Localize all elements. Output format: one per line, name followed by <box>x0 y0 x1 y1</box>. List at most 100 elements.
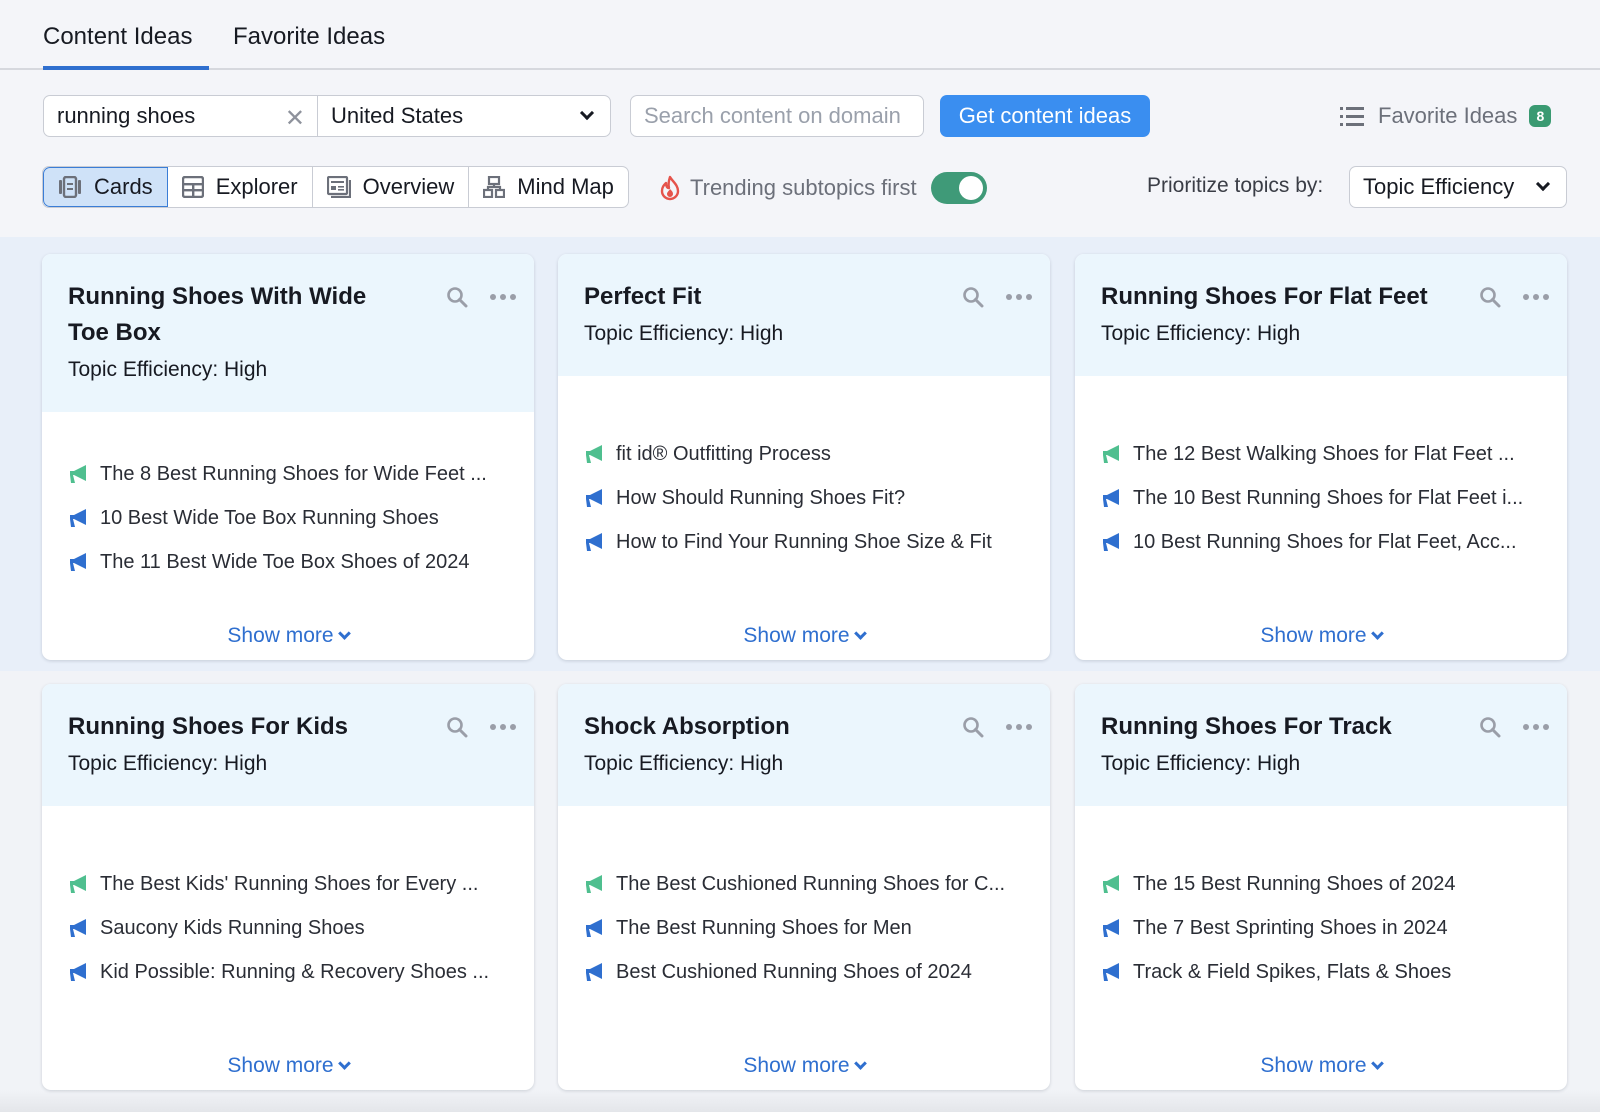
search-icon[interactable] <box>446 286 468 308</box>
card-actions <box>446 286 516 308</box>
more-options-icon[interactable] <box>1006 294 1032 300</box>
idea-item[interactable]: fit id® Outfitting Process <box>584 432 1024 476</box>
keyword-value: running shoes <box>57 103 195 129</box>
view-overview-button[interactable]: Overview <box>313 167 470 207</box>
idea-title: The Best Cushioned Running Shoes for C..… <box>616 873 1005 896</box>
country-select[interactable]: United States <box>318 96 610 136</box>
idea-item[interactable]: The 10 Best Running Shoes for Flat Feet … <box>1101 476 1541 520</box>
idea-title: Best Cushioned Running Shoes of 2024 <box>616 961 972 984</box>
card-title[interactable]: Running Shoes For Track <box>1101 709 1431 745</box>
more-options-icon[interactable] <box>1006 724 1032 730</box>
show-more-button[interactable]: Show more <box>1075 1054 1567 1078</box>
card-header: Running Shoes For Flat Feet Topic Effici… <box>1075 254 1567 376</box>
search-icon[interactable] <box>446 716 468 738</box>
view-explorer-button[interactable]: Explorer <box>168 167 313 207</box>
trending-toggle[interactable] <box>931 172 987 204</box>
search-icon[interactable] <box>962 716 984 738</box>
idea-title: The 11 Best Wide Toe Box Shoes of 2024 <box>100 551 470 574</box>
show-more-button[interactable]: Show more <box>558 1054 1050 1078</box>
prioritize-value: Topic Efficiency <box>1363 174 1514 200</box>
chevron-down-icon <box>338 627 351 640</box>
idea-title: How to Find Your Running Shoe Size & Fit <box>616 531 992 554</box>
domain-search-input[interactable]: Search content on domain <box>630 95 924 137</box>
tab-favorite-ideas[interactable]: Favorite Ideas <box>233 20 385 68</box>
idea-item[interactable]: 10 Best Running Shoes for Flat Feet, Acc… <box>1101 520 1541 564</box>
topic-card: Running Shoes With Wide Toe Box Topic Ef… <box>42 254 534 660</box>
search-icon[interactable] <box>962 286 984 308</box>
megaphone-icon <box>584 917 604 939</box>
favorite-ideas-link[interactable]: Favorite Ideas 8 <box>1340 98 1551 134</box>
card-title[interactable]: Running Shoes For Flat Feet <box>1101 279 1431 315</box>
table-icon <box>182 176 204 198</box>
megaphone-icon <box>68 961 88 983</box>
idea-item[interactable]: The 12 Best Walking Shoes for Flat Feet … <box>1101 432 1541 476</box>
idea-item[interactable]: The Best Running Shoes for Men <box>584 906 1024 950</box>
search-icon[interactable] <box>1479 286 1501 308</box>
card-topic-efficiency: Topic Efficiency: High <box>584 749 1024 779</box>
idea-title: The 15 Best Running Shoes of 2024 <box>1133 873 1455 896</box>
chevron-down-icon <box>1371 1057 1384 1070</box>
idea-item[interactable]: Kid Possible: Running & Recovery Shoes .… <box>68 950 508 994</box>
idea-title: 10 Best Wide Toe Box Running Shoes <box>100 507 439 530</box>
idea-item[interactable]: The Best Cushioned Running Shoes for C..… <box>584 862 1024 906</box>
card-title[interactable]: Running Shoes For Kids <box>68 709 398 745</box>
megaphone-icon <box>1101 961 1121 983</box>
card-ideas-list: The Best Cushioned Running Shoes for C..… <box>558 862 1050 994</box>
trending-label: Trending subtopics first <box>690 175 917 201</box>
trending-subtopics-control: Trending subtopics first <box>660 172 987 204</box>
topic-card: Shock Absorption Topic Efficiency: High … <box>558 684 1050 1090</box>
view-cards-button[interactable]: Cards <box>43 167 168 207</box>
keyword-input[interactable]: running shoes ✕ <box>44 96 318 136</box>
show-more-button[interactable]: Show more <box>42 1054 534 1078</box>
card-topic-efficiency: Topic Efficiency: High <box>584 319 1024 349</box>
megaphone-icon <box>68 873 88 895</box>
megaphone-icon <box>1101 487 1121 509</box>
favorite-ideas-label: Favorite Ideas <box>1378 103 1517 129</box>
megaphone-icon <box>68 507 88 529</box>
card-actions <box>446 716 516 738</box>
get-content-ideas-button[interactable]: Get content ideas <box>940 95 1150 137</box>
idea-title: How Should Running Shoes Fit? <box>616 487 905 510</box>
favorite-count-badge: 8 <box>1529 105 1551 127</box>
idea-item[interactable]: How to Find Your Running Shoe Size & Fit <box>584 520 1024 564</box>
idea-title: The Best Kids' Running Shoes for Every .… <box>100 873 478 896</box>
more-options-icon[interactable] <box>490 294 516 300</box>
idea-title: The 7 Best Sprinting Shoes in 2024 <box>1133 917 1448 940</box>
megaphone-icon <box>584 961 604 983</box>
idea-item[interactable]: 10 Best Wide Toe Box Running Shoes <box>68 496 508 540</box>
search-icon[interactable] <box>1479 716 1501 738</box>
card-title[interactable]: Perfect Fit <box>584 279 914 315</box>
idea-item[interactable]: Saucony Kids Running Shoes <box>68 906 508 950</box>
close-icon[interactable]: ✕ <box>285 104 305 133</box>
idea-item[interactable]: The Best Kids' Running Shoes for Every .… <box>68 862 508 906</box>
card-ideas-list: The 15 Best Running Shoes of 2024 The 7 B… <box>1075 862 1567 994</box>
megaphone-icon <box>1101 917 1121 939</box>
megaphone-icon <box>1101 443 1121 465</box>
idea-item[interactable]: The 15 Best Running Shoes of 2024 <box>1101 862 1541 906</box>
idea-item[interactable]: How Should Running Shoes Fit? <box>584 476 1024 520</box>
idea-item[interactable]: The 8 Best Running Shoes for Wide Feet .… <box>68 452 508 496</box>
tab-content-ideas[interactable]: Content Ideas <box>43 20 209 68</box>
show-more-button[interactable]: Show more <box>558 624 1050 648</box>
view-mind-map-button[interactable]: Mind Map <box>469 167 628 207</box>
idea-item[interactable]: Track & Field Spikes, Flats & Shoes <box>1101 950 1541 994</box>
more-options-icon[interactable] <box>1523 724 1549 730</box>
view-explorer-label: Explorer <box>216 174 298 200</box>
domain-search-placeholder: Search content on domain <box>644 103 901 129</box>
idea-item[interactable]: Best Cushioned Running Shoes of 2024 <box>584 950 1024 994</box>
country-value: United States <box>331 103 463 129</box>
show-more-button[interactable]: Show more <box>1075 624 1567 648</box>
card-title[interactable]: Running Shoes With Wide Toe Box <box>68 279 398 351</box>
list-icon <box>1340 106 1364 126</box>
megaphone-icon <box>584 443 604 465</box>
idea-item[interactable]: The 11 Best Wide Toe Box Shoes of 2024 <box>68 540 508 584</box>
show-more-label: Show more <box>743 1054 849 1077</box>
show-more-button[interactable]: Show more <box>42 624 534 648</box>
card-title[interactable]: Shock Absorption <box>584 709 914 745</box>
idea-item[interactable]: The 7 Best Sprinting Shoes in 2024 <box>1101 906 1541 950</box>
chevron-down-icon <box>338 1057 351 1070</box>
more-options-icon[interactable] <box>490 724 516 730</box>
show-more-label: Show more <box>227 1054 333 1077</box>
prioritize-select[interactable]: Topic Efficiency <box>1349 166 1567 208</box>
more-options-icon[interactable] <box>1523 294 1549 300</box>
